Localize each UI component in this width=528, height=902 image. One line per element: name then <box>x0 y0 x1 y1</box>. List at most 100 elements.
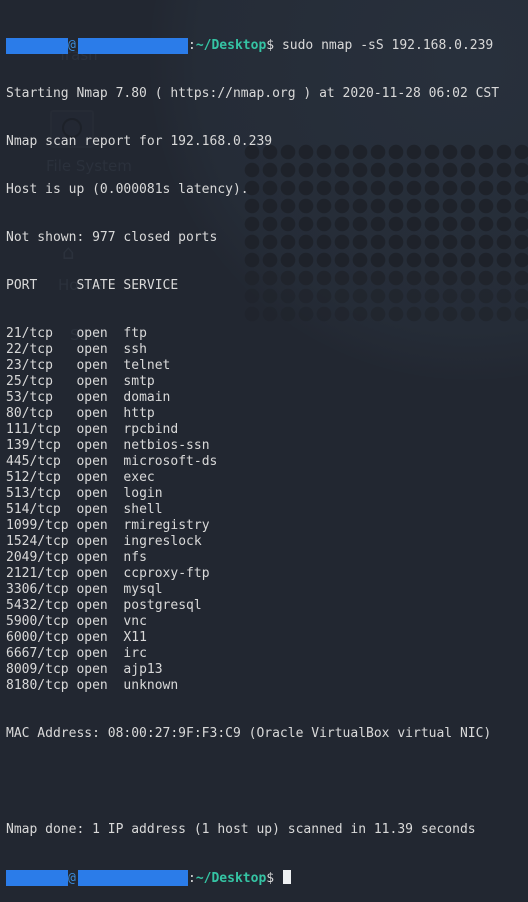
prompt-line-command: @:~/Desktop$ sudo nmap -sS 192.168.0.239 <box>6 38 528 54</box>
port-number: 2049/tcp <box>6 550 69 565</box>
prompt-path: ~/Desktop <box>195 871 267 886</box>
port-service: ajp13 <box>123 662 163 677</box>
port-number: 514/tcp <box>6 502 61 517</box>
prompt-at: @ <box>68 38 76 53</box>
port-row: 1524/tcp open ingreslock <box>6 534 528 550</box>
port-service: http <box>123 406 155 421</box>
port-state: open <box>76 454 108 469</box>
port-service: netbios-ssn <box>123 438 210 453</box>
port-service: X11 <box>123 630 147 645</box>
output-line: Host is up (0.000081s latency). <box>6 182 249 197</box>
port-row: 139/tcp open netbios-ssn <box>6 438 528 454</box>
port-number: 21/tcp <box>6 326 53 341</box>
port-state: open <box>76 630 108 645</box>
terminal-output[interactable]: @:~/Desktop$ sudo nmap -sS 192.168.0.239… <box>6 6 528 902</box>
port-service: domain <box>123 390 171 405</box>
port-number: 6667/tcp <box>6 646 69 661</box>
port-number: 139/tcp <box>6 438 61 453</box>
port-row: 22/tcp open ssh <box>6 342 528 358</box>
port-row: 2121/tcp open ccproxy-ftp <box>6 566 528 582</box>
port-service: rpcbind <box>123 422 179 437</box>
prompt-symbol: $ <box>266 871 275 886</box>
port-number: 8180/tcp <box>6 678 69 693</box>
prompt-symbol: $ <box>266 38 275 53</box>
port-number: 8009/tcp <box>6 662 69 677</box>
port-number: 6000/tcp <box>6 630 69 645</box>
port-service: nfs <box>123 550 147 565</box>
port-number: 513/tcp <box>6 486 61 501</box>
port-state: open <box>76 502 108 517</box>
port-state: open <box>76 326 108 341</box>
port-service: login <box>123 486 163 501</box>
port-row: 8180/tcp open unknown <box>6 678 528 694</box>
prompt-separator: : <box>188 38 196 53</box>
port-service: vnc <box>123 614 147 629</box>
port-state: open <box>76 406 108 421</box>
port-service: unknown <box>123 678 179 693</box>
redacted-username <box>6 870 68 886</box>
port-state: open <box>76 374 108 389</box>
port-row: 6000/tcp open X11 <box>6 630 528 646</box>
port-number: 111/tcp <box>6 422 61 437</box>
port-number: 5900/tcp <box>6 614 69 629</box>
port-table-header: PORT STATE SERVICE <box>6 278 179 293</box>
port-state: open <box>76 550 108 565</box>
port-row: 3306/tcp open mysql <box>6 582 528 598</box>
port-row: 23/tcp open telnet <box>6 358 528 374</box>
output-line: Starting Nmap 7.80 ( https://nmap.org ) … <box>6 86 500 101</box>
mac-address-line: MAC Address: 08:00:27:9F:F3:C9 (Oracle V… <box>6 726 492 741</box>
port-row: 8009/tcp open ajp13 <box>6 662 528 678</box>
port-row: 512/tcp open exec <box>6 470 528 486</box>
nmap-done-line: Nmap done: 1 IP address (1 host up) scan… <box>6 822 476 837</box>
port-service: microsoft-ds <box>123 454 218 469</box>
port-state: open <box>76 438 108 453</box>
port-service: ftp <box>123 326 147 341</box>
port-row: 514/tcp open shell <box>6 502 528 518</box>
output-line: Not shown: 977 closed ports <box>6 230 218 245</box>
port-state: open <box>76 422 108 437</box>
port-number: 5432/tcp <box>6 598 69 613</box>
port-row: 2049/tcp open nfs <box>6 550 528 566</box>
port-service: postgresql <box>123 598 202 613</box>
prompt-at: @ <box>68 871 76 886</box>
port-number: 80/tcp <box>6 406 53 421</box>
prompt-path: ~/Desktop <box>195 38 267 53</box>
redacted-username <box>6 38 68 54</box>
port-row: 5900/tcp open vnc <box>6 614 528 630</box>
port-row: 445/tcp open microsoft-ds <box>6 454 528 470</box>
command-text: sudo nmap -sS 192.168.0.239 <box>281 38 494 53</box>
prompt-line-current[interactable]: @:~/Desktop$ <box>6 870 528 886</box>
port-row: 25/tcp open smtp <box>6 374 528 390</box>
port-service: irc <box>123 646 147 661</box>
port-state: open <box>76 358 108 373</box>
port-row: 111/tcp open rpcbind <box>6 422 528 438</box>
port-row: 80/tcp open http <box>6 406 528 422</box>
port-number: 1099/tcp <box>6 518 69 533</box>
port-state: open <box>76 486 108 501</box>
output-line: Nmap scan report for 192.168.0.239 <box>6 134 273 149</box>
port-state: open <box>76 390 108 405</box>
port-service: telnet <box>123 358 171 373</box>
port-service: rmiregistry <box>123 518 210 533</box>
port-row: 513/tcp open login <box>6 486 528 502</box>
port-table: 21/tcp open ftp 22/tcp open ssh 23/tcp ope… <box>6 326 528 694</box>
port-state: open <box>76 646 108 661</box>
port-service: ccproxy-ftp <box>123 566 210 581</box>
port-row: 6667/tcp open irc <box>6 646 528 662</box>
port-service: shell <box>123 502 163 517</box>
port-service: smtp <box>123 374 155 389</box>
port-state: open <box>76 342 108 357</box>
port-state: open <box>76 662 108 677</box>
port-number: 2121/tcp <box>6 566 69 581</box>
port-number: 512/tcp <box>6 470 61 485</box>
port-service: ssh <box>123 342 147 357</box>
port-state: open <box>76 614 108 629</box>
port-row: 1099/tcp open rmiregistry <box>6 518 528 534</box>
port-row: 53/tcp open domain <box>6 390 528 406</box>
port-number: 53/tcp <box>6 390 53 405</box>
text-cursor[interactable] <box>282 870 291 884</box>
port-service: exec <box>123 470 155 485</box>
port-state: open <box>76 582 108 597</box>
port-number: 3306/tcp <box>6 582 69 597</box>
